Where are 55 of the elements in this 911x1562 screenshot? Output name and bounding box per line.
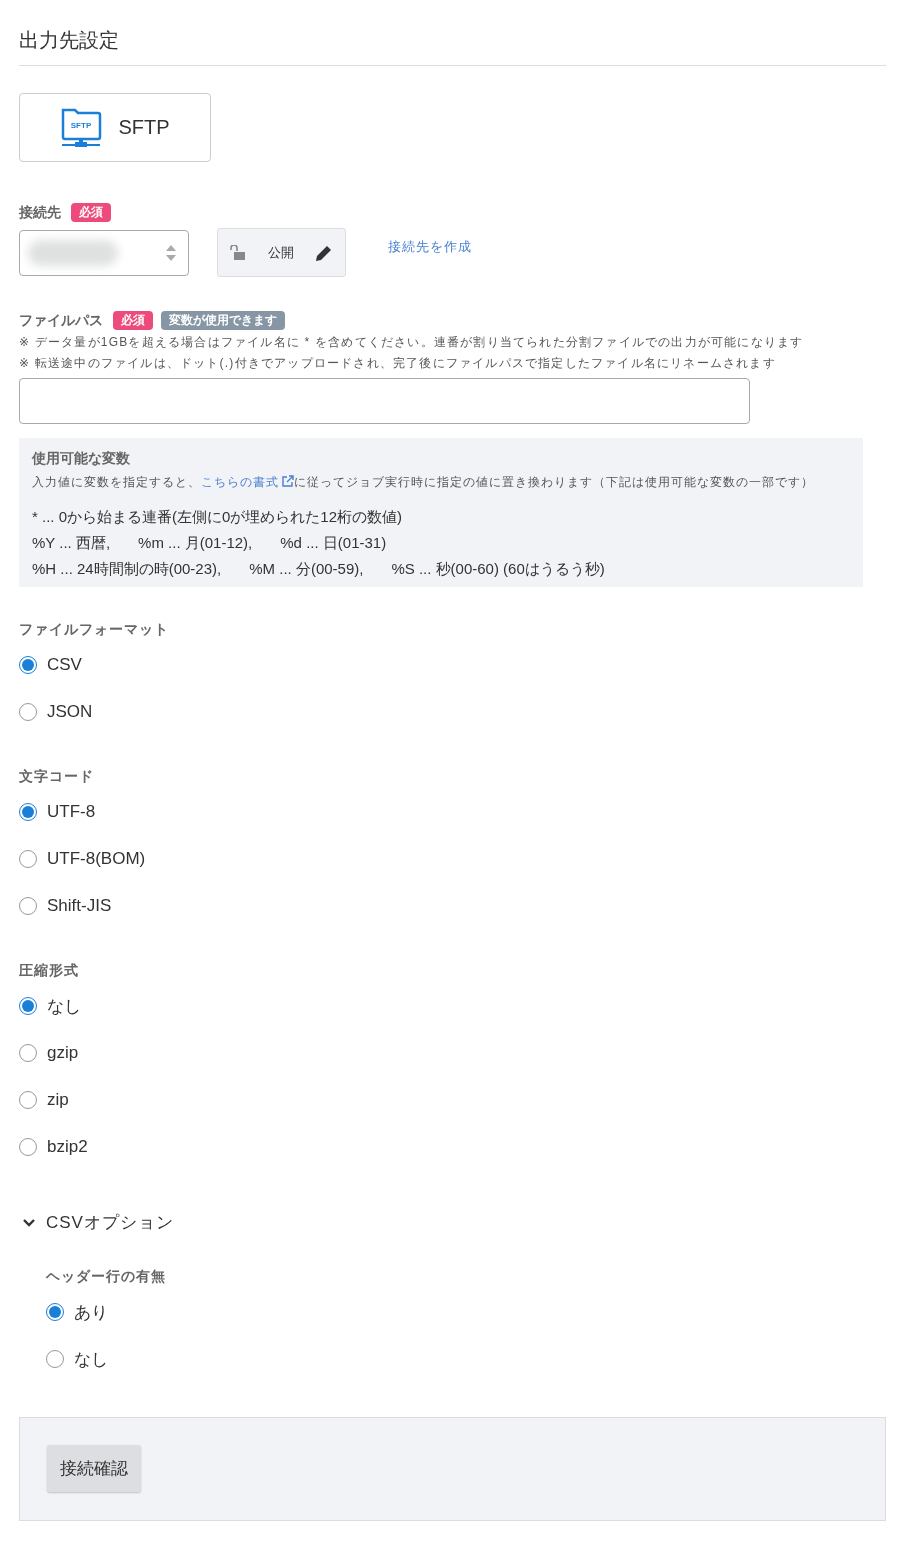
radio-option[interactable]: JSON xyxy=(19,700,93,724)
connection-select[interactable] xyxy=(19,229,189,276)
radio-option[interactable]: Shift-JIS xyxy=(19,894,112,918)
radio-button[interactable] xyxy=(19,703,37,721)
required-badge: 必須 xyxy=(113,311,153,330)
field-label: 接続先 xyxy=(19,203,61,222)
radio-option[interactable]: なし xyxy=(19,994,81,1018)
note-text: ※ データ量が1GBを超える場合はファイル名に * を含めてください。連番が割り当てられた分割ファイルでの出力が可能になります xyxy=(19,334,805,351)
radio-option[interactable]: UTF-8 xyxy=(19,800,96,824)
group-label: 文字コード xyxy=(19,768,95,786)
radio-option[interactable]: bzip2 xyxy=(19,1135,88,1159)
group-label: ヘッダー行の有無 xyxy=(46,1268,167,1286)
sftp-destination-card[interactable]: SFTP SFTP xyxy=(19,93,211,162)
pencil-icon xyxy=(315,243,333,262)
radio-button[interactable] xyxy=(19,1044,37,1062)
radio-button[interactable] xyxy=(19,997,37,1015)
help-description: 入力値に変数を指定すると、こちらの書式 に従ってジョブ実行時に指定の値に置き換わります（下記は使用可能な変数の一部です） xyxy=(32,474,815,491)
radio-option[interactable]: gzip xyxy=(19,1041,79,1065)
group-label: ファイルフォーマット xyxy=(19,621,170,639)
group-label: 圧縮形式 xyxy=(19,962,80,980)
variable-text: %m ... 月(01-12), xyxy=(138,533,253,553)
radio-button[interactable] xyxy=(19,1091,37,1109)
help-title: 使用可能な変数 xyxy=(32,450,131,468)
required-badge: 必須 xyxy=(71,203,111,222)
radio-button[interactable] xyxy=(19,897,37,915)
format-link[interactable]: こちらの書式 xyxy=(201,475,294,489)
radio-option[interactable]: CSV xyxy=(19,653,82,677)
radio-button[interactable] xyxy=(46,1350,64,1368)
variable-text: %M ... 分(00-59), xyxy=(249,559,364,579)
radio-button[interactable] xyxy=(19,656,37,674)
radio-button[interactable] xyxy=(19,803,37,821)
radio-option[interactable]: あり xyxy=(46,1300,108,1324)
radio-button[interactable] xyxy=(46,1303,64,1321)
field-label: ファイルパス xyxy=(19,311,103,330)
note-text: ※ 転送途中のファイルは、ドット(.)付きでアップロードされ、完了後にファイルパスで指定したファイル名にリネームされます xyxy=(19,355,777,372)
variable-text: %H ... 24時間制の時(00-23), xyxy=(32,559,222,579)
radio-button[interactable] xyxy=(19,1138,37,1156)
unlocked-padlock-icon xyxy=(230,244,246,261)
variable-text: * ... 0から始まる連番(左側に0が埋められた12桁の数値) xyxy=(32,507,403,527)
page-title: 出力先設定 xyxy=(19,0,886,66)
radio-button[interactable] xyxy=(19,850,37,868)
radio-option[interactable]: なし xyxy=(46,1347,108,1371)
file-path-field[interactable] xyxy=(19,378,750,424)
radio-option[interactable]: UTF-8(BOM) xyxy=(19,847,146,871)
csv-options-toggle[interactable]: CSVオプション xyxy=(19,1211,174,1234)
variables-badge: 変数が使用できます xyxy=(161,311,285,330)
external-link-icon xyxy=(282,475,294,487)
sort-arrows-icon xyxy=(166,244,176,261)
radio-option[interactable]: zip xyxy=(19,1088,69,1112)
variable-text: %Y ... 西暦, xyxy=(32,533,111,553)
connection-test-button[interactable]: 接続確認 xyxy=(47,1445,141,1492)
variable-text: %S ... 秒(00-60) (60はうるう秒) xyxy=(391,559,605,579)
variable-text: %d ... 日(01-31) xyxy=(280,533,387,553)
create-connection-link[interactable]: 接続先を作成 xyxy=(388,238,472,256)
visibility-button[interactable]: 公開 xyxy=(217,228,346,277)
